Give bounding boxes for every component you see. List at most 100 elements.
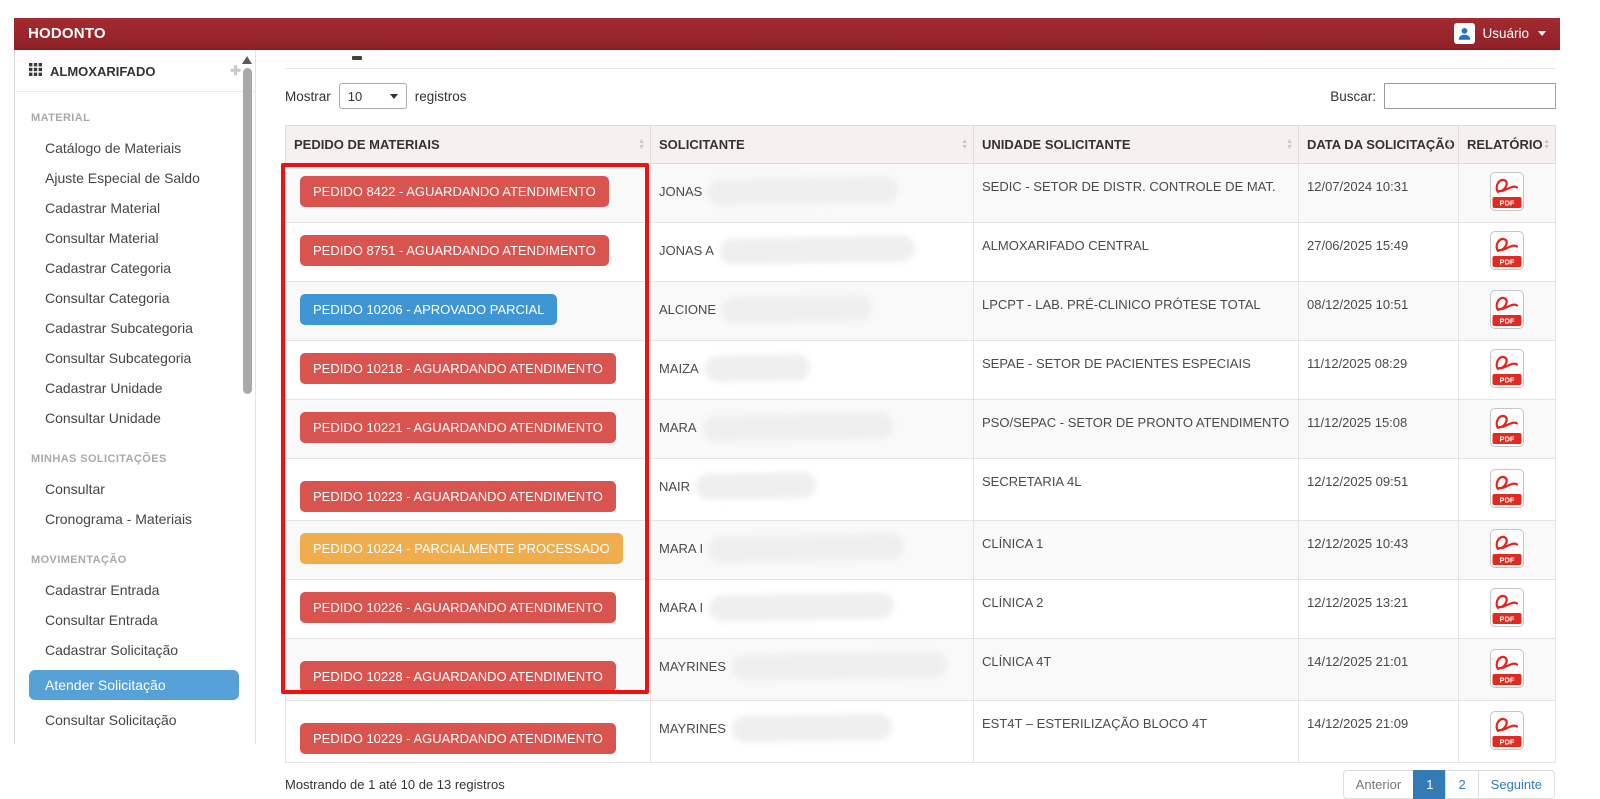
table-row: PEDIDO 10229 - AGUARDANDO ATENDIMENTO MA… [285, 700, 1556, 763]
table-header-row: PEDIDO DE MATERIAIS ▲ ▼ SOLICITANTE ▲ ▼ UNIDAD… [285, 125, 1556, 164]
relatorio-cell: PDF [1458, 579, 1556, 639]
search-input[interactable] [1384, 83, 1556, 109]
pdf-report-icon[interactable]: PDF [1490, 648, 1524, 688]
solicitante-cell: NAIR [650, 458, 974, 521]
search-control: Buscar: [1330, 83, 1556, 109]
sidebar-item-cadastrar-solicitacao[interactable]: Cadastrar Solicitação [15, 635, 255, 665]
sidebar-item-cadastrar-subcategoria[interactable]: Cadastrar Subcategoria [15, 313, 255, 343]
pdf-report-icon[interactable]: PDF [1490, 529, 1524, 568]
user-menu[interactable]: Usuário [1454, 23, 1546, 44]
solicitante-name: NAIR [659, 478, 691, 494]
scroll-up-arrow[interactable] [242, 56, 252, 64]
sidebar-item-atender-solicitacao[interactable]: Atender Solicitação [29, 670, 239, 700]
column-header-pedido-de-materiais[interactable]: PEDIDO DE MATERIAIS ▲ ▼ [285, 125, 651, 164]
unidade-text: CLÍNICA 1 [982, 536, 1044, 551]
sidebar-panel-header[interactable]: ALMOXARIFADO ✚ [15, 50, 255, 92]
page-size-select[interactable]: 10 [338, 83, 407, 109]
pedido-status-button[interactable]: PEDIDO 10223 - AGUARDANDO ATENDIMENTO [300, 481, 616, 512]
pedido-cell: PEDIDO 8422 - AGUARDANDO ATENDIMENTO [285, 163, 651, 223]
brand-title[interactable]: HODONTO [28, 25, 106, 42]
pdf-report-icon[interactable]: PDF [1490, 349, 1524, 388]
sidebar-item-cadastrar-categoria[interactable]: Cadastrar Categoria [15, 253, 255, 283]
relatorio-cell: PDF [1458, 222, 1556, 282]
sidebar-section-movimentacao: MOVIMENTAÇÃO [31, 554, 127, 566]
pagination-previous[interactable]: Anterior [1342, 770, 1415, 799]
pedido-status-button[interactable]: PEDIDO 10221 - AGUARDANDO ATENDIMENTO [300, 412, 616, 443]
pagination-next[interactable]: Seguinte [1477, 770, 1555, 799]
pagination-page-2[interactable]: 2 [1445, 770, 1479, 799]
pedido-status-button[interactable]: PEDIDO 8751 - AGUARDANDO ATENDIMENTO [300, 235, 609, 266]
sidebar-section-material: MATERIAL [31, 112, 91, 124]
solicitante-name: MARA [659, 419, 697, 435]
pedido-status-button[interactable]: PEDIDO 10224 - PARCIALMENTE PROCESSADO [300, 533, 623, 564]
pagination-page-1[interactable]: 1 [1413, 770, 1447, 799]
scrollbar-thumb[interactable] [242, 68, 252, 394]
pdf-report-icon[interactable]: PDF [1490, 290, 1524, 329]
sort-icon[interactable]: ▲ ▼ [1286, 138, 1293, 151]
svg-text:PDF: PDF [1500, 555, 1515, 564]
pdf-report-icon[interactable]: PDF [1490, 588, 1524, 627]
pdf-report-icon[interactable]: PDF [1490, 408, 1524, 447]
table-body: PEDIDO 8422 - AGUARDANDO ATENDIMENTO JON… [285, 163, 1556, 763]
move-handle-icon[interactable]: ✚ [230, 63, 241, 79]
table-wrapper: PEDIDO DE MATERIAIS ▲ ▼ SOLICITANTE ▲ ▼ UNIDAD… [281, 125, 1556, 763]
app-root: HODONTO Usuário ALMOXARIFADO ✚ MATERIAL … [14, 18, 1560, 799]
sidebar-item-consultar-categoria[interactable]: Consultar Categoria [15, 283, 255, 313]
column-header-relatorio[interactable]: RELATÓRIO ▲ ▼ [1458, 125, 1556, 164]
unidade-text: PSO/SEPAC - SETOR DE PRONTO ATENDIMENTO [982, 415, 1290, 430]
unidade-cell: ALMOXARIFADO CENTRAL [973, 222, 1299, 282]
table-row: PEDIDO 10206 - APROVADO PARCIAL ALCIONE … [285, 281, 1556, 341]
data-text: 11/12/2025 08:29 [1307, 356, 1408, 371]
sidebar-item-consultar-material[interactable]: Consultar Material [15, 223, 255, 253]
sidebar-item-cadastrar-entrada[interactable]: Cadastrar Entrada [15, 575, 255, 605]
redacted-name-blur [721, 294, 873, 324]
column-header-solicitante[interactable]: SOLICITANTE ▲ ▼ [650, 125, 974, 164]
sidebar-item-catalogo-de-materiais[interactable]: Catálogo de Materiais [15, 133, 255, 163]
sidebar-scrollbar [241, 54, 253, 734]
sidebar-item-consultar-unidade[interactable]: Consultar Unidade [15, 403, 255, 433]
relatorio-cell: PDF [1458, 399, 1556, 459]
pdf-report-icon[interactable]: PDF [1490, 172, 1524, 211]
solicitante-cell: JONAS [650, 163, 974, 223]
sidebar-item-consultar-solicitacao[interactable]: Consultar Solicitação [15, 705, 255, 735]
unidade-text: SEPAE - SETOR DE PACIENTES ESPECIAIS [982, 356, 1251, 371]
data-text: 12/12/2025 13:21 [1307, 595, 1409, 610]
unidade-text: CLÍNICA 2 [982, 595, 1044, 610]
sidebar-item-ajuste-especial-de-saldo[interactable]: Ajuste Especial de Saldo [15, 163, 255, 193]
pedido-status-button[interactable]: PEDIDO 10218 - AGUARDANDO ATENDIMENTO [300, 353, 616, 384]
relatorio-cell: PDF [1458, 340, 1556, 400]
pedido-status-button[interactable]: PEDIDO 8422 - AGUARDANDO ATENDIMENTO [300, 176, 609, 207]
solicitante-name: JONAS A [659, 242, 714, 258]
solicitante-name: MAYRINES [659, 658, 726, 674]
pedido-status-button[interactable]: PEDIDO 10206 - APROVADO PARCIAL [300, 294, 558, 325]
data-text: 14/12/2025 21:01 [1307, 654, 1409, 669]
svg-text:PDF: PDF [1500, 375, 1515, 384]
sidebar-item-consultar-subcategoria[interactable]: Consultar Subcategoria [15, 343, 255, 373]
unidade-text: LPCPT - LAB. PRÉ-CLINICO PRÓTESE TOTAL [982, 297, 1261, 312]
sidebar-item-consultar-entrada[interactable]: Consultar Entrada [15, 605, 255, 635]
top-navbar: HODONTO Usuário [14, 18, 1560, 50]
sidebar-item-cronograma-materiais[interactable]: Cronograma - Materiais [15, 504, 255, 534]
pedido-cell: PEDIDO 10223 - AGUARDANDO ATENDIMENTO [285, 458, 651, 521]
data-text: 12/12/2025 10:43 [1307, 536, 1409, 551]
pdf-report-icon[interactable]: PDF [1490, 231, 1524, 270]
unidade-text: CLÍNICA 4T [982, 654, 1052, 669]
unidade-cell: SEDIC - SETOR DE DISTR. CONTROLE DE MAT. [973, 163, 1299, 223]
pedido-status-button[interactable]: PEDIDO 10228 - AGUARDANDO ATENDIMENTO [300, 661, 616, 692]
pedido-status-button[interactable]: PEDIDO 10226 - AGUARDANDO ATENDIMENTO [300, 592, 616, 623]
pdf-report-icon[interactable]: PDF [1490, 468, 1524, 508]
sort-icon[interactable]: ▲ ▼ [1543, 138, 1550, 151]
column-header-unidade-solicitante[interactable]: UNIDADE SOLICITANTE ▲ ▼ [973, 125, 1299, 164]
table-row: PEDIDO 10226 - AGUARDANDO ATENDIMENTO MA… [285, 579, 1556, 639]
column-header-data-da-solicitacao[interactable]: DATA DA SOLICITAÇÃO ▲ ▼ [1298, 125, 1459, 164]
sort-icon[interactable]: ▲ ▼ [1446, 138, 1453, 151]
sort-icon[interactable]: ▲ ▼ [638, 138, 645, 151]
pedido-status-button[interactable]: PEDIDO 10229 - AGUARDANDO ATENDIMENTO [300, 723, 616, 754]
svg-text:PDF: PDF [1500, 434, 1515, 443]
sort-icon[interactable]: ▲ ▼ [961, 138, 968, 151]
unidade-cell: PSO/SEPAC - SETOR DE PRONTO ATENDIMENTO [973, 399, 1299, 459]
svg-text:PDF: PDF [1500, 198, 1515, 207]
sidebar-item-cadastrar-material[interactable]: Cadastrar Material [15, 193, 255, 223]
sidebar-item-consultar[interactable]: Consultar [15, 474, 255, 504]
sidebar-item-cadastrar-unidade[interactable]: Cadastrar Unidade [15, 373, 255, 403]
